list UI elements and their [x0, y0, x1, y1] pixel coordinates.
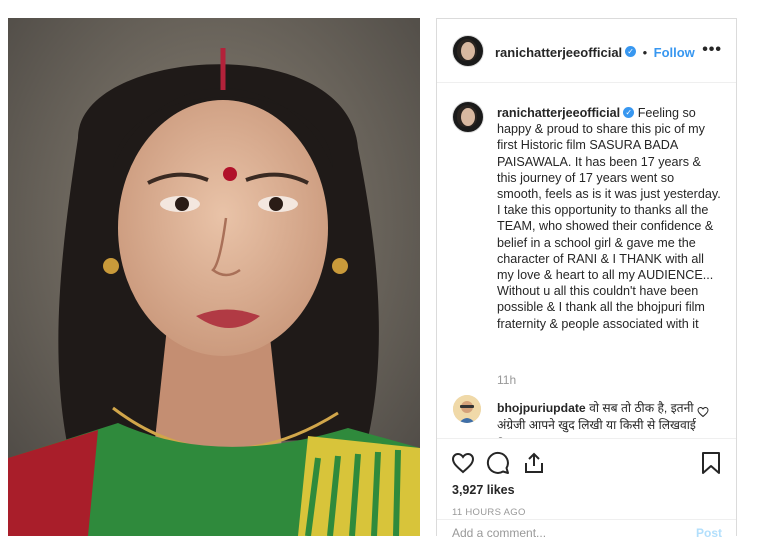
comment-icon[interactable] — [486, 451, 510, 480]
post-time[interactable]: 11 HOURS AGO — [452, 507, 526, 518]
caption-text: Feeling so happy & proud to share this p… — [497, 106, 721, 331]
header-user-line: ranichatterjeeofficial ✓ • Follow — [495, 44, 695, 62]
post-panel: ranichatterjeeofficial ✓ • Follow ••• ran… — [436, 18, 737, 540]
post-image[interactable] — [8, 18, 420, 536]
share-icon[interactable] — [522, 451, 546, 480]
caption: ranichatterjeeofficial ✓ Feeling so happy… — [497, 105, 721, 332]
post-comment-button[interactable]: Post — [696, 526, 722, 540]
separator-dot: • — [642, 45, 648, 60]
comment-like-icon[interactable] — [697, 405, 709, 423]
verified-icon: ✓ — [623, 107, 635, 119]
caption-username[interactable]: ranichatterjeeofficial — [497, 106, 620, 120]
post-header: ranichatterjeeofficial ✓ • Follow ••• — [437, 19, 736, 83]
add-comment-input[interactable]: Add a comment... — [452, 526, 546, 540]
caption-time[interactable]: 11h — [497, 373, 516, 387]
comments-area: ranichatterjeeofficial ✓ Feeling so happy… — [437, 83, 736, 438]
follow-button[interactable]: Follow — [654, 45, 695, 60]
comment-username[interactable]: bhojpuriupdate — [497, 401, 586, 415]
more-horizontal-icon[interactable]: ••• — [702, 41, 722, 59]
avatar[interactable] — [452, 35, 484, 67]
add-comment-bar: Add a comment... Post — [437, 519, 736, 540]
comment-avatar[interactable] — [453, 395, 481, 423]
heart-icon[interactable] — [451, 451, 475, 480]
portrait-illustration — [8, 18, 420, 536]
bookmark-icon[interactable] — [700, 451, 722, 480]
comment: bhojpuriupdate वो सब तो ठीक है, इतनी अंग… — [497, 400, 697, 438]
likes-count[interactable]: 3,927 likes — [452, 483, 515, 497]
header-username[interactable]: ranichatterjeeofficial — [495, 45, 622, 60]
verified-icon: ✓ — [625, 46, 637, 58]
caption-avatar[interactable] — [452, 101, 484, 133]
